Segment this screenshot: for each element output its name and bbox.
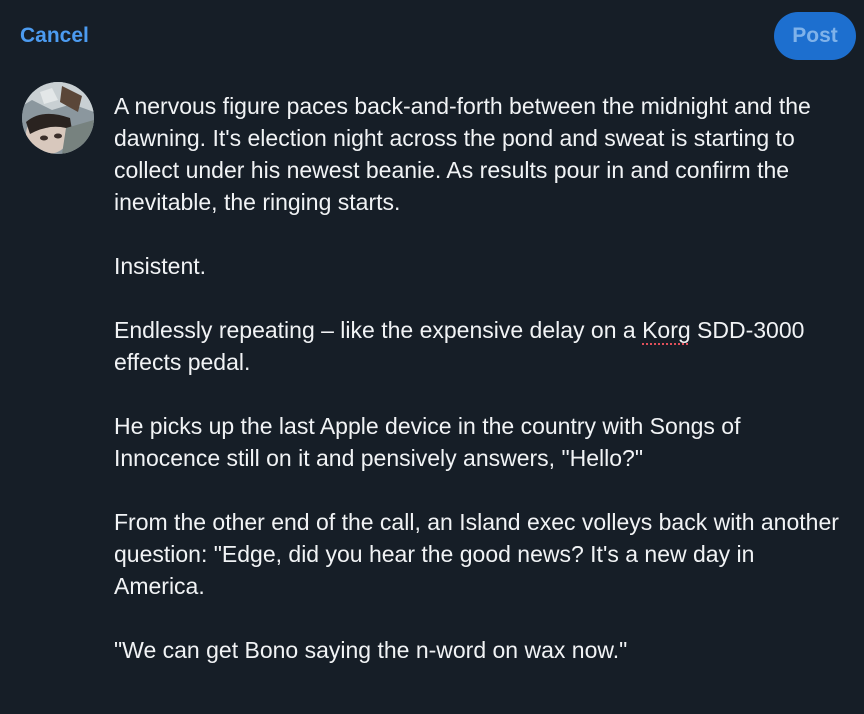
- paragraph: Insistent.: [114, 253, 207, 279]
- paragraph-text: Endlessly repeating – like the expensive…: [114, 317, 643, 343]
- post-text-editor[interactable]: A nervous figure paces back-and-forth be…: [114, 90, 844, 666]
- paragraph: From the other end of the call, an Islan…: [114, 509, 846, 599]
- user-avatar-photo-icon: [22, 82, 94, 154]
- paragraph: A nervous figure paces back-and-forth be…: [114, 93, 818, 215]
- paragraph: He picks up the last Apple device in the…: [114, 413, 747, 471]
- composer-header: Cancel Post: [0, 0, 864, 72]
- avatar: [22, 82, 94, 154]
- paragraph: "We can get Bono saying the n-word on wa…: [114, 637, 628, 663]
- paragraph: Endlessly repeating – like the expensive…: [114, 314, 844, 378]
- cancel-button[interactable]: Cancel: [20, 22, 89, 50]
- spellcheck-flagged-word[interactable]: Korg: [642, 317, 691, 343]
- post-button[interactable]: Post: [774, 12, 856, 60]
